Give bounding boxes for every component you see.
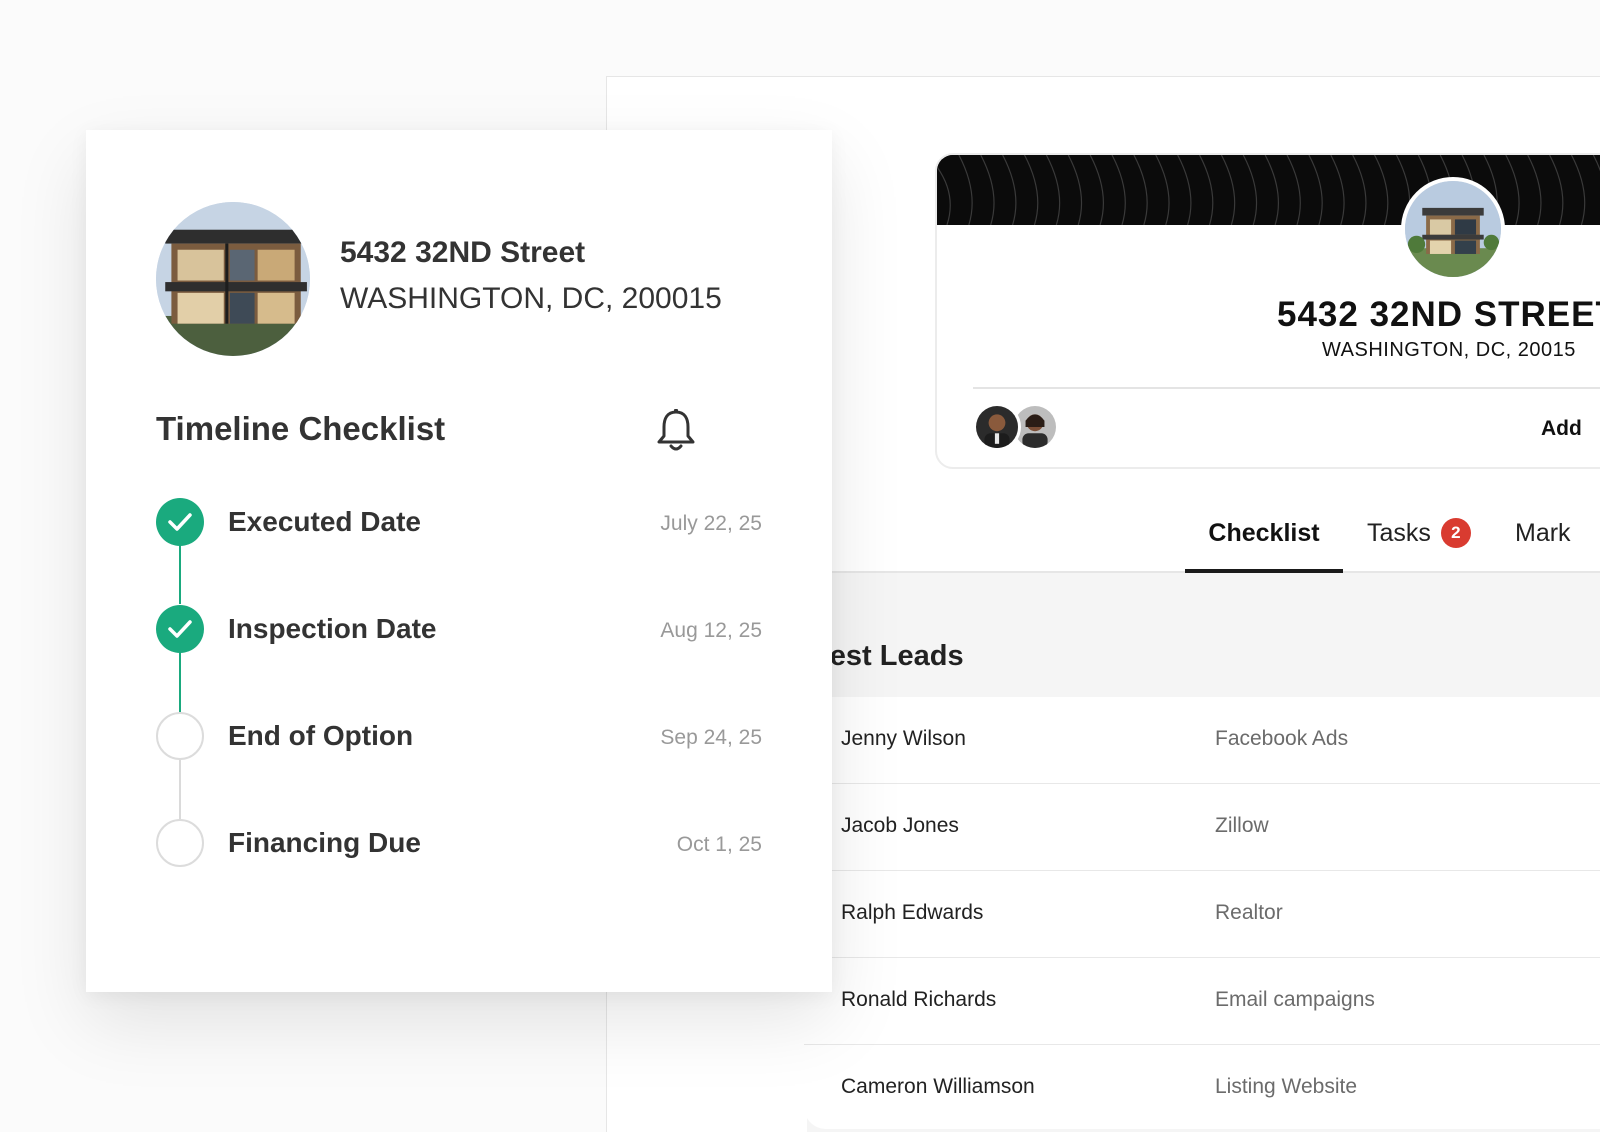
- property-photo: [1401, 177, 1505, 281]
- tab-checklist[interactable]: Checklist: [1185, 507, 1343, 573]
- check-icon: [156, 498, 204, 546]
- lead-source: Facebook Ads: [1215, 727, 1349, 750]
- timeline-item-date: Oct 1, 25: [676, 833, 762, 856]
- agent-avatars: [973, 403, 1063, 451]
- lead-source: Realtor: [1215, 901, 1283, 924]
- lead-name: Ronald Richards: [841, 988, 997, 1011]
- timeline-item-label: Executed Date: [228, 506, 421, 537]
- property-card-divider: [973, 387, 1600, 389]
- tab-tasks-label: Tasks: [1367, 519, 1431, 547]
- tab-marketing[interactable]: Mark: [1515, 507, 1571, 573]
- property-card: 5432 32ND STREET WASHINGTON, DC, 20015 A…: [935, 153, 1600, 469]
- lead-source: Listing Website: [1215, 1075, 1358, 1098]
- timeline-connector: [179, 758, 181, 820]
- avatar[interactable]: [973, 403, 1021, 451]
- timeline-connector: [179, 650, 181, 712]
- property-card-city: WASHINGTON, DC, 20015: [1322, 339, 1576, 361]
- table-row[interactable]: Jenny Wilson Facebook Ads: [804, 697, 1600, 784]
- property-city: WASHINGTON, DC, 200015: [340, 282, 722, 315]
- add-button[interactable]: Add: [1541, 417, 1582, 441]
- timeline-item[interactable]: End of Option Sep 24, 25: [156, 712, 762, 762]
- tab-tasks[interactable]: Tasks 2: [1367, 507, 1471, 573]
- timeline-item-date: Sep 24, 25: [660, 726, 762, 749]
- lead-source: Email campaigns: [1215, 988, 1375, 1011]
- table-row[interactable]: Ralph Edwards Realtor: [804, 871, 1600, 958]
- empty-circle-icon: [156, 712, 204, 760]
- tab-bar: Checklist Tasks 2 Mark: [1185, 507, 1600, 573]
- timeline-checklist-card: 5432 32ND Street WASHINGTON, DC, 200015 …: [86, 130, 832, 992]
- lead-name: Jacob Jones: [841, 814, 959, 837]
- timeline-item[interactable]: Executed Date July 22, 25: [156, 498, 762, 548]
- leads-table: Jenny Wilson Facebook Ads Jacob Jones Zi…: [804, 697, 1600, 1129]
- tasks-count-badge: 2: [1440, 518, 1471, 548]
- timeline-item-date: July 22, 25: [660, 512, 762, 535]
- timeline-item-label: End of Option: [228, 720, 414, 751]
- lead-name: Ralph Edwards: [841, 901, 984, 924]
- tab-marketing-label: Mark: [1515, 519, 1571, 547]
- lead-source: Zillow: [1215, 814, 1269, 837]
- property-photo: [156, 202, 310, 356]
- timeline-title: Timeline Checklist: [156, 410, 446, 447]
- timeline-connector: [179, 544, 181, 604]
- table-row[interactable]: Ronald Richards Email campaigns: [804, 958, 1600, 1045]
- check-icon: [156, 605, 204, 653]
- bell-icon[interactable]: [654, 408, 698, 454]
- stage: 5432 32ND STREET WASHINGTON, DC, 20015 A…: [0, 0, 1600, 1132]
- property-card-title: 5432 32ND STREET: [1277, 295, 1600, 334]
- tab-checklist-label: Checklist: [1208, 519, 1320, 547]
- timeline-item-date: Aug 12, 25: [660, 619, 762, 642]
- timeline-item-label: Financing Due: [228, 827, 421, 858]
- table-row[interactable]: Jacob Jones Zillow: [804, 784, 1600, 871]
- lead-name: Cameron Williamson: [841, 1075, 1035, 1098]
- timeline-item[interactable]: Inspection Date Aug 12, 25: [156, 605, 762, 655]
- empty-circle-icon: [156, 819, 204, 867]
- timeline-item-label: Inspection Date: [228, 613, 437, 644]
- table-row[interactable]: Cameron Williamson Listing Website: [804, 1045, 1600, 1132]
- property-street: 5432 32ND Street: [340, 236, 586, 269]
- lead-name: Jenny Wilson: [841, 727, 966, 750]
- timeline-item[interactable]: Financing Due Oct 1, 25: [156, 819, 762, 869]
